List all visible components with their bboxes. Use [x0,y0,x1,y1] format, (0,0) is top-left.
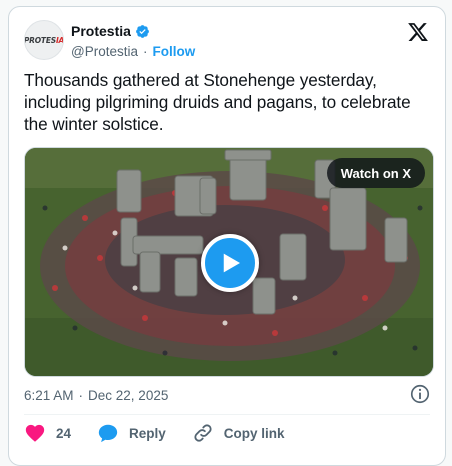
watch-on-x-button[interactable]: Watch on X [326,158,425,188]
link-icon [192,422,214,444]
like-button[interactable]: 24 [24,422,71,444]
video-player[interactable]: Watch on X [24,147,434,377]
handle-row: @Protestia · Follow [71,42,195,60]
info-icon[interactable] [409,383,431,405]
avatar-logo: PROTESIA [24,35,64,45]
divider [24,414,430,415]
reply-bubble-icon [97,422,119,444]
tweet-card: PROTESIA Protestia @Protestia · Follow T… [8,6,446,466]
like-count: 24 [56,425,72,441]
reply-button[interactable]: Reply [97,422,166,444]
tweet-time: 6:21 AM [24,387,74,403]
follow-button[interactable]: Follow [152,44,195,59]
display-name[interactable]: Protestia [71,23,131,39]
timestamp-separator: · [78,387,84,403]
author-name-row: Protestia [71,22,150,40]
heart-icon [24,422,46,444]
x-logo-icon[interactable] [407,21,429,43]
play-button[interactable] [201,234,259,292]
copy-link-label: Copy link [223,425,285,441]
handle[interactable]: @Protestia [71,44,138,59]
action-bar: 24 Reply Copy link [24,419,311,447]
tweet-date: Dec 22, 2025 [88,387,169,403]
avatar[interactable]: PROTESIA [24,20,64,60]
timestamp-row[interactable]: 6:21 AM · Dec 22, 2025 [24,385,168,405]
tweet-text: Thousands gathered at Stonehenge yesterd… [24,70,411,134]
verified-badge-icon [135,24,150,39]
play-icon [223,253,240,273]
copy-link-button[interactable]: Copy link [192,422,285,444]
reply-label: Reply [129,425,166,441]
separator-dot: · [142,43,148,59]
